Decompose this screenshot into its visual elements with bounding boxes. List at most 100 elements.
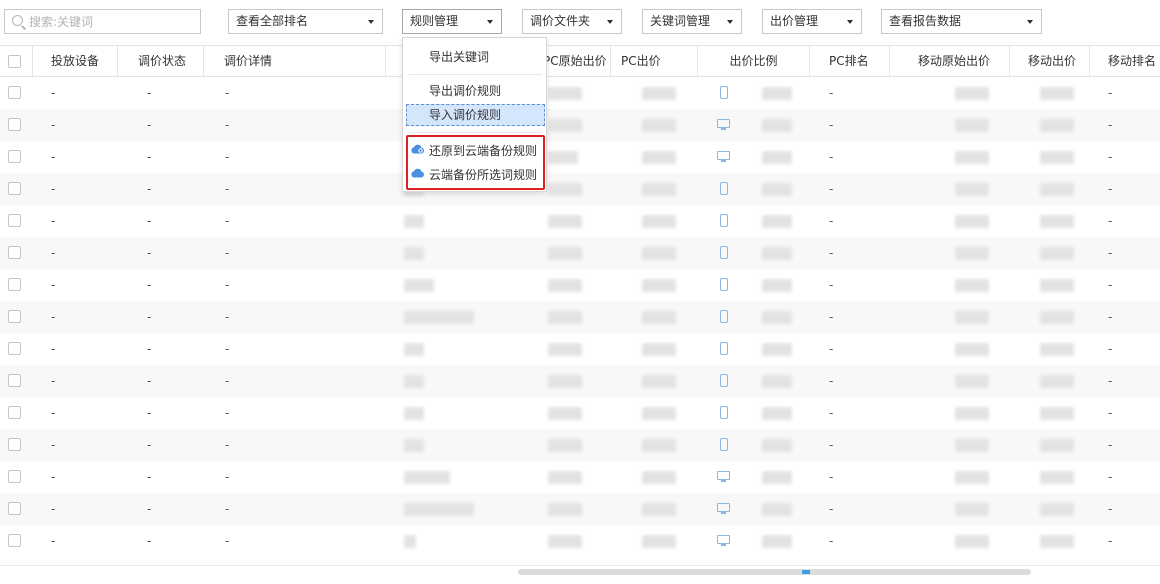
table-row[interactable]: -----: [0, 429, 1160, 461]
table-row[interactable]: -----: [0, 301, 1160, 333]
row-checkbox[interactable]: [8, 246, 21, 259]
table-row[interactable]: -----: [0, 205, 1160, 237]
redacted-value: [955, 439, 989, 452]
device-cell: -: [51, 342, 56, 356]
table-row[interactable]: -----: [0, 269, 1160, 301]
column-header[interactable]: 投放设备: [33, 46, 118, 77]
redacted-value: [404, 439, 424, 452]
table-row[interactable]: -----: [0, 365, 1160, 397]
menu-item-export-keywords[interactable]: 导出关键词: [406, 46, 545, 68]
table-row[interactable]: -----: [0, 397, 1160, 429]
table-row[interactable]: -----: [0, 493, 1160, 525]
redacted-value: [548, 407, 582, 420]
redacted-value: [955, 215, 989, 228]
row-checkbox[interactable]: [8, 150, 21, 163]
detail-cell: -: [225, 278, 230, 292]
row-checkbox[interactable]: [8, 342, 21, 355]
detail-cell: -: [225, 438, 230, 452]
mobile-rank-cell: -: [1108, 470, 1113, 484]
chevron-down-icon: [847, 20, 853, 24]
redacted-value: [404, 247, 424, 260]
pc-rank-cell: -: [829, 374, 834, 388]
mobile-rank-cell: -: [1108, 182, 1113, 196]
table-header: 投放设备 调价状态 调价详情 PC原始出价 PC出价 出价比例 PC排名 移动原…: [0, 45, 1160, 77]
status-cell: -: [147, 278, 152, 292]
table-row[interactable]: -----: [0, 461, 1160, 493]
keyword-mgmt-dropdown[interactable]: 关键词管理: [642, 9, 742, 34]
search-input[interactable]: [29, 12, 197, 31]
row-checkbox[interactable]: [8, 118, 21, 131]
redacted-value: [762, 375, 792, 388]
device-cell: -: [51, 214, 56, 228]
chevron-down-icon: [487, 20, 493, 24]
row-checkbox[interactable]: [8, 310, 21, 323]
pc-rank-cell: -: [829, 438, 834, 452]
row-checkbox[interactable]: [8, 86, 21, 99]
row-checkbox[interactable]: [8, 502, 21, 515]
redacted-value: [955, 535, 989, 548]
table-row[interactable]: -----: [0, 141, 1160, 173]
menu-item-import-bid-rules[interactable]: 导入调价规则: [406, 104, 545, 126]
table-row[interactable]: -----: [0, 77, 1160, 109]
column-header[interactable]: PC排名: [810, 46, 890, 77]
bid-mgmt-dropdown[interactable]: 出价管理: [762, 9, 862, 34]
mobile-phone-icon: [720, 86, 728, 99]
mobile-rank-cell: -: [1108, 342, 1113, 356]
scrollbar-marker: [802, 570, 810, 574]
detail-cell: -: [225, 150, 230, 164]
detail-cell: -: [225, 310, 230, 324]
scrollbar-thumb[interactable]: [518, 569, 1031, 575]
mobile-rank-cell: -: [1108, 438, 1113, 452]
mobile-rank-cell: -: [1108, 118, 1113, 132]
row-checkbox[interactable]: [8, 278, 21, 291]
column-header[interactable]: 移动排名: [1090, 46, 1160, 77]
device-cell: -: [51, 502, 56, 516]
column-header[interactable]: 调价状态: [118, 46, 204, 77]
column-header[interactable]: 移动出价: [1010, 46, 1090, 77]
mobile-phone-icon: [720, 406, 728, 419]
row-checkbox[interactable]: [8, 182, 21, 195]
pc-rank-cell: -: [829, 182, 834, 196]
mobile-phone-icon: [720, 278, 728, 291]
row-checkbox[interactable]: [8, 438, 21, 451]
redacted-value: [548, 375, 582, 388]
mobile-rank-cell: -: [1108, 246, 1113, 260]
column-header[interactable]: 调价详情: [204, 46, 386, 77]
menu-item-export-bid-rules[interactable]: 导出调价规则: [406, 80, 545, 102]
redacted-value: [548, 183, 582, 196]
column-header[interactable]: PC出价: [611, 46, 698, 77]
table-row[interactable]: -----: [0, 525, 1160, 557]
redacted-value: [642, 119, 676, 132]
row-checkbox[interactable]: [8, 214, 21, 227]
mobile-phone-icon: [720, 214, 728, 227]
redacted-value: [762, 311, 792, 324]
bid-folder-dropdown[interactable]: 调价文件夹: [522, 9, 622, 34]
table-row[interactable]: -----: [0, 109, 1160, 141]
redacted-value: [548, 503, 582, 516]
row-checkbox[interactable]: [8, 534, 21, 547]
column-header[interactable]: 出价比例: [698, 46, 810, 77]
select-all-checkbox[interactable]: [8, 55, 21, 68]
redacted-value: [1040, 311, 1074, 324]
table-row[interactable]: -----: [0, 173, 1160, 205]
row-checkbox[interactable]: [8, 470, 21, 483]
chevron-down-icon: [727, 20, 733, 24]
report-view-dropdown[interactable]: 查看报告数据: [881, 9, 1042, 34]
rank-view-dropdown[interactable]: 查看全部排名: [228, 9, 383, 34]
rule-mgmt-dropdown[interactable]: 规则管理: [402, 9, 502, 34]
status-cell: -: [147, 502, 152, 516]
status-cell: -: [147, 438, 152, 452]
row-checkbox[interactable]: [8, 406, 21, 419]
redacted-value: [955, 343, 989, 356]
horizontal-scrollbar[interactable]: [0, 565, 1160, 584]
row-checkbox[interactable]: [8, 374, 21, 387]
redacted-value: [762, 151, 792, 164]
column-header[interactable]: 移动原始出价: [890, 46, 1010, 77]
search-box[interactable]: [4, 9, 201, 34]
table-row[interactable]: -----: [0, 237, 1160, 269]
desktop-icon: [717, 471, 730, 482]
mobile-phone-icon: [720, 182, 728, 195]
redacted-value: [955, 87, 989, 100]
table-row[interactable]: -----: [0, 333, 1160, 365]
device-cell: -: [51, 470, 56, 484]
